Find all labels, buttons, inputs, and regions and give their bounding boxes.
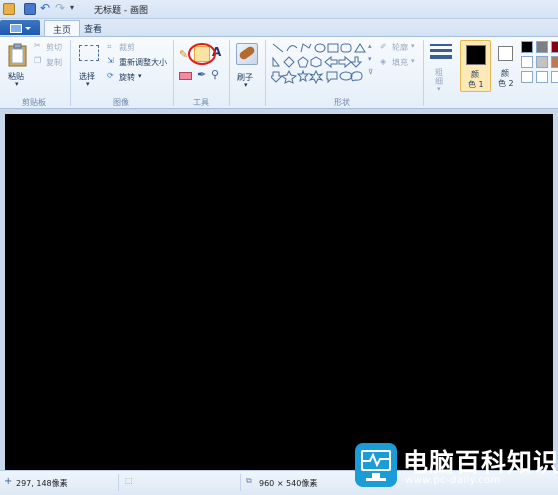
work-area: [0, 109, 558, 470]
group-divider: [70, 40, 71, 106]
watermark-logo: [355, 443, 397, 487]
brushes-dropdown-icon: ▾: [244, 81, 248, 89]
tab-view-label: 查看: [84, 25, 103, 35]
undo-icon[interactable]: ↶: [40, 2, 52, 15]
outline-icon: ✐: [380, 42, 387, 51]
resize-icon: ⇲: [107, 56, 114, 65]
customize-quick-access-icon[interactable]: ▾: [70, 3, 82, 15]
group-divider: [265, 40, 266, 106]
tab-home-label: 主页: [53, 26, 72, 36]
copy-button[interactable]: 复制: [46, 57, 62, 68]
crop-icon: ⌗: [107, 42, 112, 51]
paste-icon: [8, 43, 27, 67]
size-button[interactable]: 粗 细 ▾: [428, 41, 454, 93]
palette-swatch[interactable]: [536, 56, 548, 68]
cursor-position-icon: +: [4, 476, 13, 487]
brushes-button[interactable]: 刷子 ▾: [233, 41, 261, 91]
group-divider: [173, 40, 174, 106]
title-bar: ↶ ↷ ▾ 无标题 - 画图: [0, 0, 558, 19]
drawing-canvas[interactable]: [5, 114, 553, 470]
status-divider: [118, 474, 119, 491]
size-icon-line: [430, 55, 452, 59]
color-1-swatch: [466, 45, 486, 65]
select-icon: [79, 45, 99, 61]
clipboard-group-label: 剪贴板: [22, 98, 46, 107]
highlight-circle: [188, 43, 216, 65]
color-1-label-line2: 色 1: [468, 80, 484, 89]
resize-button[interactable]: 重新调整大小: [119, 57, 167, 68]
image-group-label: 图像: [113, 98, 129, 107]
size-dropdown-icon: ▾: [437, 85, 441, 93]
color-picker-icon[interactable]: ✒: [197, 68, 206, 81]
magnifier-icon[interactable]: ⚲: [211, 68, 219, 81]
fill-button[interactable]: 填充: [392, 57, 408, 68]
monitor-base: [366, 478, 386, 481]
copy-icon: ❐: [34, 56, 42, 65]
size-icon-line: [430, 49, 452, 52]
fill-icon: ◈: [380, 57, 387, 66]
shapes-gallery[interactable]: [271, 42, 375, 84]
window-title: 无标题 - 画图: [94, 6, 148, 16]
shapes-scroll-up-icon[interactable]: ▴: [368, 42, 372, 50]
palette-swatch[interactable]: [521, 71, 533, 83]
file-menu-button[interactable]: [0, 20, 40, 35]
palette-swatch[interactable]: [551, 41, 558, 53]
status-divider: [240, 474, 241, 491]
watermark-title: 电脑百科知识: [403, 448, 558, 477]
palette-swatch[interactable]: [521, 41, 533, 53]
paste-dropdown-icon: ▾: [15, 80, 19, 88]
crop-button[interactable]: 裁剪: [119, 42, 135, 53]
shapes-more-icon[interactable]: ⊽: [368, 68, 373, 76]
palette-swatch[interactable]: [521, 56, 533, 68]
color-1-button[interactable]: 颜 色 1: [460, 40, 491, 92]
select-dropdown-icon: ▾: [86, 80, 90, 88]
color-2-swatch: [498, 46, 513, 61]
palette-swatch[interactable]: [551, 56, 558, 68]
outline-dropdown-icon: ▾: [411, 42, 415, 50]
image-size: 960 × 540像素: [259, 479, 318, 488]
cursor-position: 297, 148像素: [16, 479, 68, 488]
rotate-button[interactable]: 旋转: [119, 72, 135, 83]
group-divider: [423, 40, 424, 106]
shapes-scroll-down-icon[interactable]: ▾: [368, 55, 372, 63]
palette-swatch[interactable]: [536, 41, 548, 53]
color-2-button[interactable]: 颜 色 2: [494, 40, 518, 92]
save-icon[interactable]: [24, 3, 36, 15]
cut-button[interactable]: 剪切: [46, 42, 62, 53]
size-icon: [430, 44, 452, 46]
eraser-icon[interactable]: [179, 72, 192, 80]
palette-swatch[interactable]: [536, 71, 548, 83]
shapes-group-label: 形状: [334, 98, 350, 107]
cut-icon: ✂: [34, 41, 41, 50]
tab-view[interactable]: 查看: [76, 20, 110, 36]
watermark-url: www.pc-daily.com: [405, 475, 501, 486]
rotate-icon: ⟳: [107, 71, 114, 80]
color-2-label-line2: 色 2: [498, 79, 514, 88]
tools-group-label: 工具: [193, 98, 209, 107]
paste-button[interactable]: 粘贴 ▾: [6, 41, 30, 89]
rotate-dropdown-icon: ▾: [138, 72, 142, 80]
ribbon: 粘贴 ▾ ✂ 剪切 ❐ 复制 剪贴板 选择 ▾ ⌗ 裁剪 ⇲ 重新调整大小 ⟳ …: [0, 36, 558, 109]
fill-dropdown-icon: ▾: [411, 57, 415, 65]
pulse-icon: [363, 453, 389, 467]
ribbon-tab-row: 主页 查看: [0, 19, 558, 36]
outline-button[interactable]: 轮廓: [392, 42, 408, 53]
app-icon: [3, 3, 15, 15]
tab-home[interactable]: 主页: [44, 20, 81, 36]
image-size-icon: ⧉: [246, 476, 252, 485]
watermark: 电脑百科知识 www.pc-daily.com: [347, 437, 558, 495]
group-divider: [229, 40, 230, 106]
palette-swatch[interactable]: [551, 71, 558, 83]
selection-size-icon: ⬚: [125, 476, 133, 485]
select-button[interactable]: 选择 ▾: [76, 41, 102, 89]
redo-icon[interactable]: ↷: [55, 2, 67, 15]
